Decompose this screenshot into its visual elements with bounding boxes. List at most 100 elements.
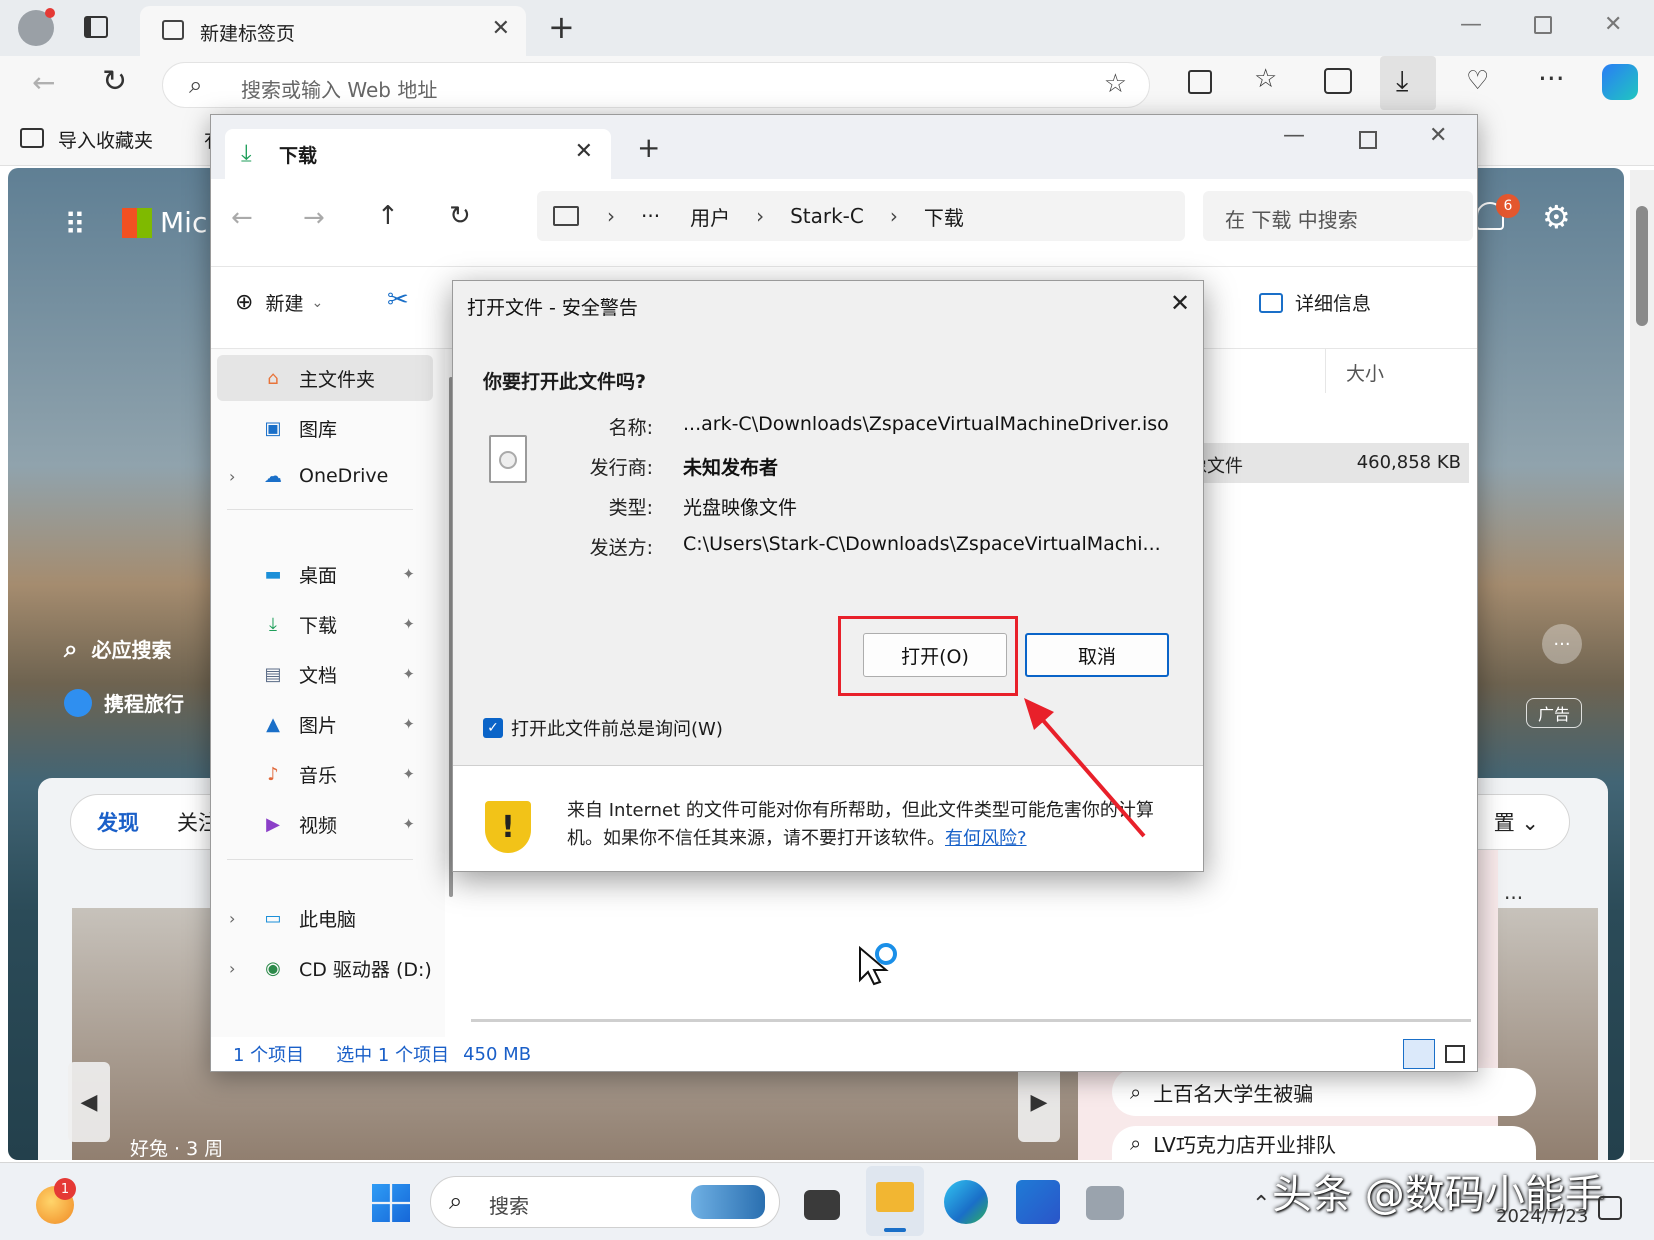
cut-icon[interactable]: ✂	[387, 285, 409, 315]
new-tab-button[interactable]: +	[548, 8, 575, 46]
breadcrumb[interactable]: › ··· 用户 › Stark-C › 下载	[537, 191, 1185, 241]
field-type-value: 光盘映像文件	[683, 497, 798, 519]
scrollbar-thumb[interactable]	[1636, 206, 1648, 326]
sidebar-item-onedrive[interactable]: › ☁ OneDrive	[211, 453, 435, 499]
taskbar-date[interactable]: 2024/7/23	[1496, 1206, 1588, 1227]
breadcrumb-ellipsis[interactable]: ···	[641, 204, 660, 228]
taskbar-file-explorer-active[interactable]	[866, 1166, 924, 1236]
browser-tab-new[interactable]: 新建标签页 ✕	[140, 6, 526, 56]
bookmark-import-favorites[interactable]: 导入收藏夹	[58, 126, 153, 153]
new-tab-button[interactable]: +	[637, 131, 660, 164]
app-launcher-icon[interactable]: ⠿	[64, 208, 86, 243]
split-screen-icon[interactable]	[1188, 70, 1212, 94]
pin-icon[interactable]: ✦	[402, 815, 415, 833]
pin-icon[interactable]: ✦	[402, 765, 415, 783]
tab-actions-icon[interactable]	[84, 16, 108, 38]
sidebar-item-cd-drive[interactable]: › ◉ CD 驱动器 (D:)	[211, 945, 435, 991]
downloads-button[interactable]: ⤓	[1380, 56, 1436, 110]
up-icon[interactable]: ↑	[377, 201, 399, 231]
brand-text: Mic	[160, 206, 208, 239]
sidebar-item-gallery[interactable]: ▣ 图库	[211, 405, 435, 451]
carousel-prev-icon[interactable]: ◀	[68, 1062, 110, 1142]
settings-gear-icon[interactable]: ⚙	[1542, 198, 1571, 236]
favorites-icon[interactable]: ☆	[1254, 64, 1277, 94]
chevron-right-icon[interactable]: ›	[229, 959, 235, 978]
more-menu-icon[interactable]: ···	[1538, 62, 1565, 95]
sidebar-item-label: 桌面	[299, 564, 338, 587]
edge-browser-icon[interactable]	[944, 1180, 988, 1224]
sidebar-item-documents[interactable]: ▤ 文档 ✦	[211, 651, 435, 697]
navigation-pane: ⌂ 主文件夹 ▣ 图库 › ☁ OneDrive ▬ 桌面 ✦ ⤓ 下载 ✦ ▤…	[211, 349, 445, 1037]
maximize-icon[interactable]	[1359, 131, 1377, 149]
feed-tab-discover[interactable]: 发现	[97, 807, 139, 837]
close-window-icon[interactable]: ✕	[1429, 123, 1447, 148]
shortcut-ctrip[interactable]: 携程旅行	[64, 688, 184, 717]
feed-layout-setting[interactable]: 置 ⌄	[1494, 807, 1539, 837]
trending-item[interactable]: ⌕ LV巧克力店开业排队	[1112, 1126, 1536, 1160]
shortcut-bing-search[interactable]: ⌕ 必应搜索	[64, 634, 171, 663]
column-header-size[interactable]: 大小	[1325, 349, 1477, 393]
minimize-icon[interactable]: —	[1283, 123, 1305, 148]
page-scrollbar[interactable]	[1630, 170, 1654, 1160]
sidebar-item-this-pc[interactable]: › ▭ 此电脑	[211, 895, 435, 941]
sidebar-item-music[interactable]: ♪ 音乐 ✦	[211, 751, 435, 797]
explorer-tab-downloads[interactable]: ⤓ 下载 ✕	[225, 129, 611, 179]
address-bar[interactable]: ⌕ 搜索或输入 Web 地址 ☆	[162, 62, 1150, 108]
task-view-icon[interactable]	[804, 1190, 840, 1220]
sidebar-item-downloads[interactable]: ⤓ 下载 ✦	[211, 601, 435, 647]
tray-chevron-up-icon[interactable]: ⌃	[1252, 1192, 1270, 1217]
pin-icon[interactable]: ✦	[402, 615, 415, 633]
chevron-right-icon[interactable]: ›	[229, 909, 235, 928]
ntp-more-icon[interactable]: ···	[1542, 624, 1582, 664]
sidebar-item-label: 图库	[299, 418, 338, 441]
carousel-next-icon[interactable]: ▶	[1018, 1062, 1060, 1142]
file-row-selected[interactable]: 映像文件 460,858 KB	[1171, 443, 1469, 483]
microsoft-store-icon[interactable]	[1016, 1180, 1060, 1224]
back-icon[interactable]: ←	[32, 66, 55, 99]
field-name-value: ...ark-C\Downloads\ZspaceVirtualMachineD…	[683, 413, 1169, 435]
forward-icon[interactable]: →	[303, 203, 325, 233]
pin-icon[interactable]: ✦	[402, 715, 415, 733]
browser-essentials-icon[interactable]: ♡	[1466, 66, 1489, 96]
restore-icon[interactable]	[1534, 16, 1552, 34]
dialog-close-icon[interactable]: ✕	[1165, 289, 1195, 317]
copilot-icon[interactable]	[1602, 64, 1638, 100]
cancel-button[interactable]: 取消	[1025, 633, 1169, 677]
sidebar-item-videos[interactable]: ▶ 视频 ✦	[211, 801, 435, 847]
breadcrumb-downloads[interactable]: 下载	[924, 202, 964, 231]
close-tab-icon[interactable]: ✕	[575, 139, 593, 164]
sidebar-item-pictures[interactable]: ▲ 图片 ✦	[211, 701, 435, 747]
search-highlight-shark-icon	[691, 1185, 765, 1219]
trending-item[interactable]: ⌕ 上百名大学生被骗	[1112, 1068, 1536, 1116]
sidebar-item-desktop[interactable]: ▬ 桌面 ✦	[211, 551, 435, 597]
tiles-view-icon[interactable]	[1445, 1045, 1465, 1063]
sidebar-divider	[227, 509, 413, 510]
add-favorite-icon[interactable]: ☆	[1104, 69, 1127, 99]
details-pane-button[interactable]: 详细信息	[1259, 289, 1371, 316]
notification-center-icon[interactable]	[1598, 1196, 1622, 1220]
field-from-value: C:\Users\Stark-C\Downloads\ZspaceVirtual…	[683, 533, 1161, 555]
refresh-icon[interactable]: ↻	[449, 201, 471, 231]
trending-more-icon[interactable]: ···	[1504, 886, 1523, 910]
pin-icon[interactable]: ✦	[402, 565, 415, 583]
collections-icon[interactable]	[1324, 68, 1352, 94]
refresh-icon[interactable]: ↻	[102, 64, 127, 99]
back-icon[interactable]: ←	[231, 203, 253, 233]
taskbar-search-input[interactable]: ⌕ 搜索	[430, 1176, 780, 1228]
checkbox-checked-icon[interactable]: ✓	[483, 718, 503, 738]
close-tab-icon[interactable]: ✕	[492, 16, 510, 41]
chevron-right-icon[interactable]: ›	[229, 467, 235, 486]
breadcrumb-stark-c[interactable]: Stark-C	[790, 204, 864, 228]
explorer-search-input[interactable]: 在 下载 中搜索	[1203, 191, 1473, 241]
open-button[interactable]: 打开(O)	[863, 633, 1007, 677]
sidebar-item-home[interactable]: ⌂ 主文件夹	[217, 355, 433, 401]
horizontal-scrollbar[interactable]	[471, 1019, 1471, 1022]
new-item-button[interactable]: ⊕ 新建 ⌄	[235, 289, 323, 316]
minimize-icon[interactable]: —	[1460, 12, 1482, 37]
close-window-icon[interactable]: ✕	[1604, 12, 1622, 37]
pin-icon[interactable]: ✦	[402, 665, 415, 683]
always-ask-checkbox[interactable]: ✓ 打开此文件前总是询问(W)	[483, 715, 723, 741]
drive-app-icon[interactable]	[1086, 1186, 1124, 1220]
breadcrumb-users[interactable]: 用户	[690, 202, 730, 231]
details-view-icon[interactable]	[1403, 1039, 1435, 1069]
